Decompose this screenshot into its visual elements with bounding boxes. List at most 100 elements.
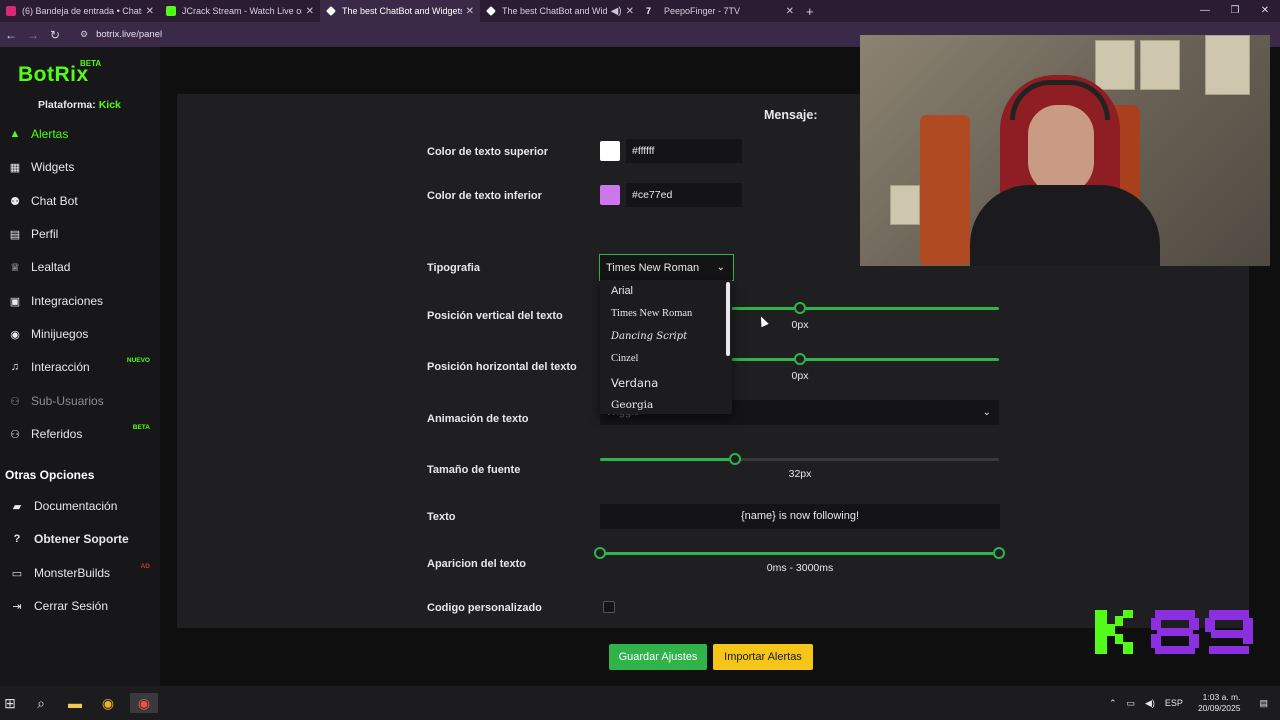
sidebar-item-interaccion[interactable]: ♫ Interacción NUEVO xyxy=(0,353,160,381)
font-option[interactable]: Times New Roman xyxy=(611,308,692,319)
sidebar-item-minijuegos[interactable]: ◉ Minijuegos xyxy=(0,320,160,348)
sidebar-item-label: Sub-Usuarios xyxy=(31,394,104,408)
browser-tab-active[interactable]: The best ChatBot and Widgets ✕ xyxy=(320,0,480,22)
appearance-end-thumb[interactable] xyxy=(993,547,1005,559)
chair xyxy=(920,115,970,265)
tab-title: (6) Bandeja de entrada • Chats xyxy=(22,6,142,16)
sidebar-item-obtener-soporte[interactable]: ? Obtener Soporte xyxy=(0,525,160,553)
bottom-color-swatch[interactable] xyxy=(600,185,620,205)
sidebar-item-integraciones[interactable]: ▣ Integraciones xyxy=(0,287,160,315)
animation-label: Animación de texto xyxy=(427,413,529,425)
appearance-track[interactable] xyxy=(600,552,999,555)
sidebar-item-monsterbuilds[interactable]: ▭ MonsterBuilds AD xyxy=(0,559,160,587)
typography-label: Tipografia xyxy=(427,262,480,274)
file-explorer-icon[interactable]: ▬ xyxy=(65,693,85,713)
site-info-icon[interactable]: ⚙ xyxy=(80,29,88,40)
sidebar-item-label: Obtener Soporte xyxy=(34,532,129,546)
font-option[interactable]: Dancing Script xyxy=(611,331,687,342)
sidebar-item-lealtad[interactable]: ♕ Lealtad xyxy=(0,253,160,281)
text-label: Texto xyxy=(427,511,456,523)
horizontal-position-thumb[interactable] xyxy=(794,353,806,365)
brand-beta-badge: BETA xyxy=(80,59,102,68)
import-alerts-button[interactable]: Importar Alertas xyxy=(713,644,813,670)
browser-tab[interactable]: JCrack Stream - Watch Live on K ✕ xyxy=(160,0,320,22)
browser-tab[interactable]: 7 PeepoFinger - 7TV ✕ xyxy=(640,0,800,22)
sidebar-item-alertas[interactable]: ▲ Alertas xyxy=(0,120,160,148)
reload-icon[interactable]: ↻ xyxy=(44,28,66,42)
save-settings-button[interactable]: Guardar Ajustes xyxy=(609,644,707,670)
sidebar-item-label: Referidos xyxy=(31,427,83,441)
close-icon[interactable]: ✕ xyxy=(306,6,314,17)
windows-start-icon[interactable]: ⊞ xyxy=(0,693,20,713)
appearance-start-thumb[interactable] xyxy=(594,547,606,559)
bottom-color-input[interactable]: #ce77ed xyxy=(626,183,742,207)
platform-label: Plataforma: xyxy=(38,99,96,111)
forward-icon[interactable]: → xyxy=(22,28,44,42)
top-color-input[interactable]: #ffffff xyxy=(626,139,742,163)
alert-text-input[interactable]: {name} is now following! xyxy=(600,504,1000,529)
browser-tab[interactable]: (6) Bandeja de entrada • Chats ✕ xyxy=(0,0,160,22)
font-option[interactable]: Arial xyxy=(611,285,633,297)
top-color-label: Color de texto superior xyxy=(427,146,549,158)
taskbar: ⊞ ⌕ ▬ ◉ ◉ ⌃ ▭ ◀) ESP 1:03 a. m. 20/09/20… xyxy=(0,686,1280,720)
warning-icon: ▲ xyxy=(9,128,21,140)
restore-icon[interactable]: ❐ xyxy=(1220,0,1250,22)
custom-code-checkbox[interactable] xyxy=(603,601,615,613)
users-icon: ⚇ xyxy=(10,395,20,408)
k89-overlay-logo xyxy=(1095,610,1253,654)
typography-select[interactable]: Times New Roman ⌄ xyxy=(599,254,734,281)
clock-date: 20/09/2025 xyxy=(1197,703,1241,713)
vertical-position-label: Posición vertical del texto xyxy=(427,310,563,322)
sidebar-item-label: Chat Bot xyxy=(31,194,78,208)
url-field[interactable]: ⚙ botrix.live/panel xyxy=(80,29,162,40)
sidebar-item-referidos[interactable]: ⚇ Referidos BETA xyxy=(0,420,160,448)
sidebar-item-cerrar-sesion[interactable]: ⇥ Cerrar Sesión xyxy=(0,592,160,620)
sidebar-item-chat-bot[interactable]: ⚉ Chat Bot xyxy=(0,187,160,215)
font-option[interactable]: Georgia xyxy=(611,399,653,411)
font-option[interactable]: Cinzel xyxy=(611,353,638,364)
89-digits xyxy=(1151,610,1253,654)
7tv-icon: 7 xyxy=(646,6,652,16)
poster xyxy=(890,185,920,225)
sidebar-item-documentacion[interactable]: ▰ Documentación xyxy=(0,492,160,520)
close-icon[interactable]: ✕ xyxy=(466,6,474,17)
language-indicator[interactable]: ESP xyxy=(1165,698,1183,708)
font-size-thumb[interactable] xyxy=(729,453,741,465)
chevron-up-icon[interactable]: ⌃ xyxy=(1109,698,1117,709)
typography-dropdown-list: Arial Times New Roman Dancing Script Cin… xyxy=(600,280,732,414)
webcam-overlay xyxy=(860,35,1270,266)
close-icon[interactable]: ✕ xyxy=(786,6,794,17)
clock[interactable]: 1:03 a. m. 20/09/2025 xyxy=(1198,692,1241,714)
k-letter xyxy=(1095,610,1133,654)
font-option[interactable]: Verdana xyxy=(611,376,658,390)
back-icon[interactable]: ← xyxy=(0,28,22,42)
close-icon[interactable]: ✕ xyxy=(146,6,154,17)
font-size-track-fill xyxy=(600,458,735,461)
brand-logo[interactable]: BotRix xyxy=(18,63,89,87)
new-tab-button[interactable]: + xyxy=(806,4,814,19)
horizontal-position-label: Posición horizontal del texto xyxy=(427,361,577,373)
sidebar-item-sub-usuarios[interactable]: ⚇ Sub-Usuarios xyxy=(0,387,160,415)
chrome-active-icon[interactable]: ◉ xyxy=(130,693,158,713)
minimize-icon[interactable]: — xyxy=(1190,0,1220,22)
notification-icon[interactable]: ▤ xyxy=(1259,698,1268,709)
sidebar-item-widgets[interactable]: ▦ Widgets xyxy=(0,153,160,181)
close-icon[interactable]: ✕ xyxy=(626,6,634,17)
browser-tab[interactable]: The best ChatBot and Widg ◀) ✕ xyxy=(480,0,640,22)
vertical-position-thumb[interactable] xyxy=(794,302,806,314)
streamer-body xyxy=(970,185,1160,266)
dropdown-scrollbar[interactable] xyxy=(726,282,730,356)
kick-icon xyxy=(166,6,176,16)
search-icon[interactable]: ⌕ xyxy=(31,693,51,713)
top-color-swatch[interactable] xyxy=(600,141,620,161)
speaker-icon[interactable]: ◀) xyxy=(611,6,622,17)
new-badge: NUEVO xyxy=(126,357,150,364)
close-window-icon[interactable]: ✕ xyxy=(1250,0,1280,22)
sidebar-item-perfil[interactable]: ▤ Perfil xyxy=(0,220,160,248)
sidebar-item-label: Alertas xyxy=(31,127,69,141)
chrome-icon[interactable]: ◉ xyxy=(98,693,118,713)
network-icon[interactable]: ▭ xyxy=(1126,698,1135,709)
system-tray: ⌃ ▭ ◀) ESP 1:03 a. m. 20/09/2025 ▤ xyxy=(1104,686,1280,720)
volume-icon[interactable]: ◀) xyxy=(1145,698,1155,709)
question-icon: ? xyxy=(13,533,21,545)
